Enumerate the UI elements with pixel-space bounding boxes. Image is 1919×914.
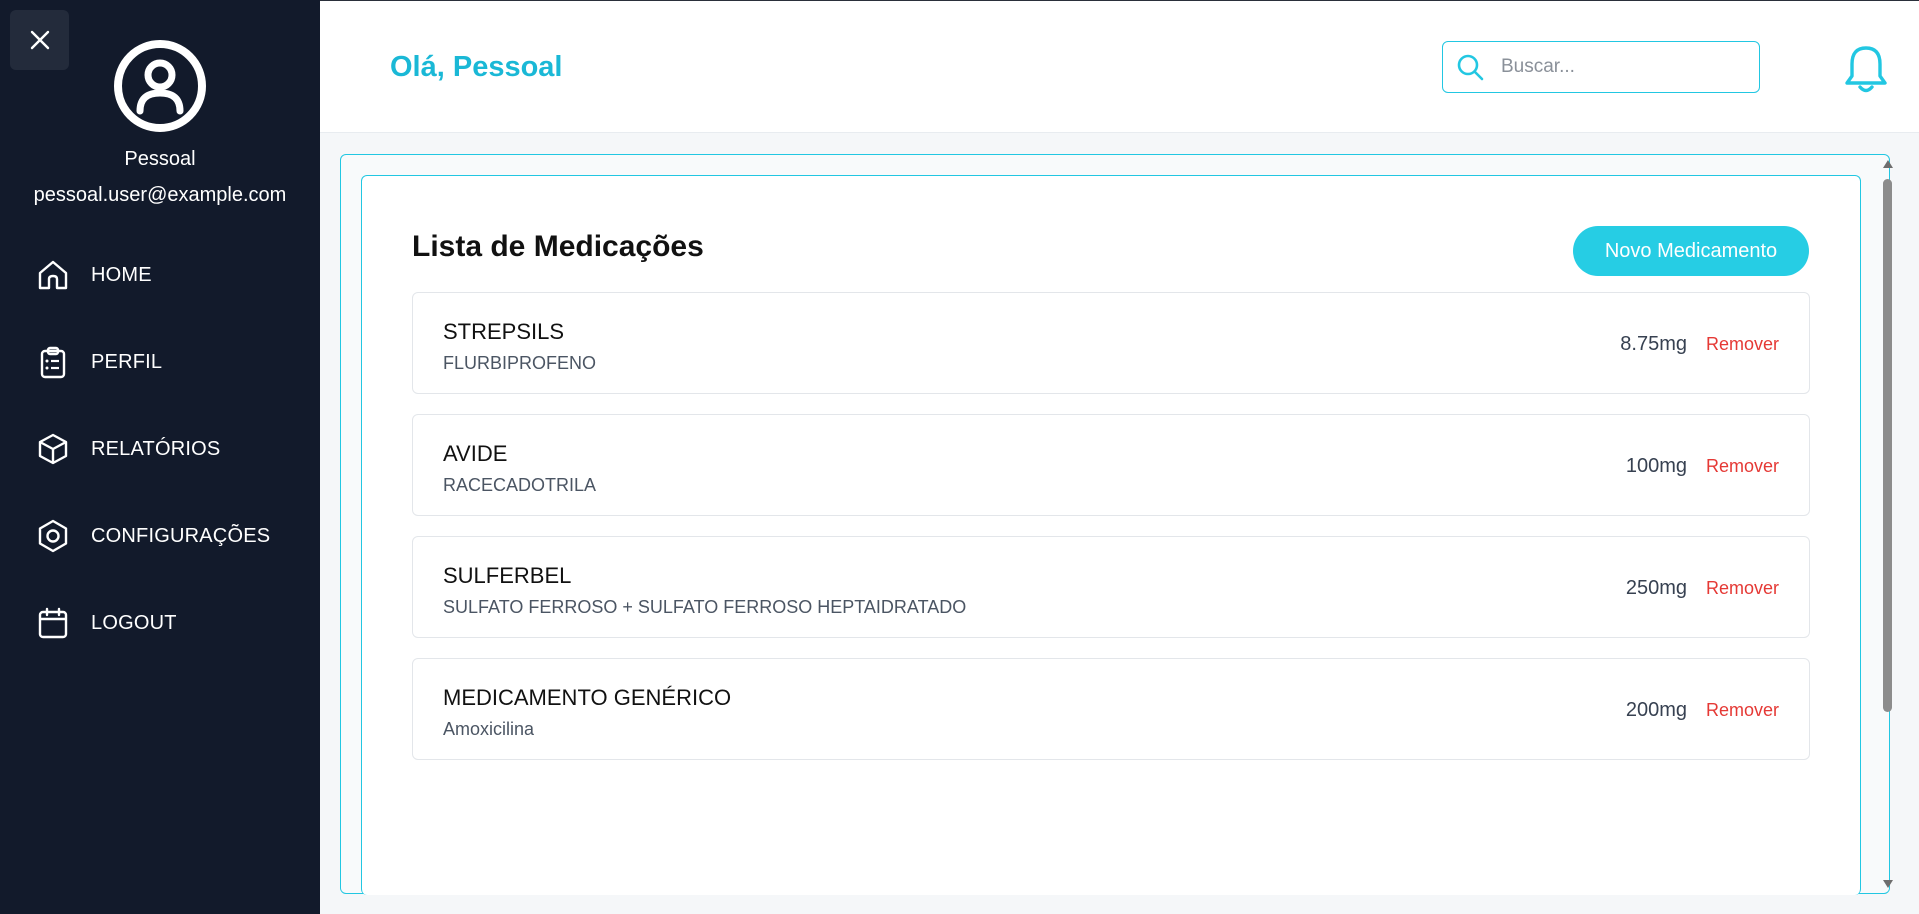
scroll-up-arrow-icon[interactable] — [1883, 160, 1893, 168]
medication-substance: FLURBIPROFENO — [443, 353, 597, 373]
search-box[interactable] — [1442, 41, 1760, 93]
sidebar-item-perfil[interactable]: PERFIL — [36, 337, 306, 387]
top-header: Olá, Pessoal — [320, 1, 1919, 133]
medication-name: STREPSILS — [443, 319, 565, 344]
main-content: Olá, Pessoal Lista de Medicações Novo Me… — [320, 0, 1919, 914]
notification-bell-icon[interactable] — [1842, 43, 1890, 95]
home-icon — [36, 258, 70, 292]
remove-medication-button[interactable]: Remover — [1706, 700, 1779, 721]
sidebar: Pessoal pessoal.user@example.com HOME PE… — [0, 0, 320, 914]
medication-item: STREPSILS FLURBIPROFENO 8.75mg Remover — [412, 292, 1810, 394]
user-email: pessoal.user@example.com — [33, 184, 287, 206]
vertical-scrollbar[interactable] — [1880, 157, 1894, 891]
sidebar-item-label: RELATÓRIOS — [91, 437, 221, 460]
medication-dose: 100mg — [1625, 455, 1687, 477]
remove-medication-button[interactable]: Remover — [1706, 456, 1779, 477]
close-sidebar-button[interactable] — [10, 10, 69, 70]
hexagon-settings-icon — [36, 519, 70, 553]
remove-medication-button[interactable]: Remover — [1706, 578, 1779, 599]
scroll-thumb[interactable] — [1883, 179, 1892, 712]
medication-substance: Amoxicilina — [443, 719, 535, 739]
sidebar-item-relatorios[interactable]: RELATÓRIOS — [36, 424, 306, 474]
medication-item: MEDICAMENTO GENÉRICO Amoxicilina 200mg R… — [412, 658, 1810, 760]
medication-name: MEDICAMENTO GENÉRICO — [443, 685, 732, 710]
medication-substance: RACECADOTRILA — [443, 475, 597, 495]
medication-dose: 250mg — [1625, 577, 1687, 599]
remove-medication-button[interactable]: Remover — [1706, 334, 1779, 355]
clipboard-icon — [36, 345, 70, 379]
medication-item: AVIDE RACECADOTRILA 100mg Remover — [412, 414, 1810, 516]
page-title: Lista de Medicações — [412, 230, 704, 263]
user-avatar-icon — [114, 40, 206, 132]
medications-card: Lista de Medicações Novo Medicamento STR… — [361, 175, 1861, 895]
user-name: Pessoal — [124, 148, 196, 170]
sidebar-item-configuracoes[interactable]: CONFIGURAÇÕES — [36, 511, 306, 561]
sidebar-item-label: LOGOUT — [91, 611, 177, 634]
new-medication-button[interactable]: Novo Medicamento — [1573, 226, 1809, 276]
greeting-title: Olá, Pessoal — [390, 51, 563, 83]
app-window: Pessoal pessoal.user@example.com HOME PE… — [0, 0, 1919, 914]
sidebar-item-logout[interactable]: LOGOUT — [36, 598, 306, 648]
sidebar-item-home[interactable]: HOME — [36, 250, 306, 300]
medication-dose: 8.75mg — [1620, 333, 1687, 355]
sidebar-item-label: PERFIL — [91, 350, 163, 373]
sidebar-item-label: CONFIGURAÇÕES — [91, 524, 271, 547]
medication-name: SULFERBEL — [443, 563, 572, 588]
box-icon — [36, 432, 70, 466]
calendar-icon — [36, 606, 70, 640]
search-icon — [1457, 54, 1484, 81]
medication-dose: 200mg — [1625, 699, 1687, 721]
medication-item: SULFERBEL SULFATO FERROSO + SULFATO FERR… — [412, 536, 1810, 638]
medication-substance: SULFATO FERROSO + SULFATO FERROSO HEPTAI… — [443, 597, 967, 617]
sidebar-item-label: HOME — [91, 263, 152, 286]
medication-name: AVIDE — [443, 441, 508, 466]
search-input[interactable] — [1501, 56, 1741, 78]
scroll-down-arrow-icon[interactable] — [1883, 880, 1893, 888]
close-icon — [30, 30, 49, 50]
